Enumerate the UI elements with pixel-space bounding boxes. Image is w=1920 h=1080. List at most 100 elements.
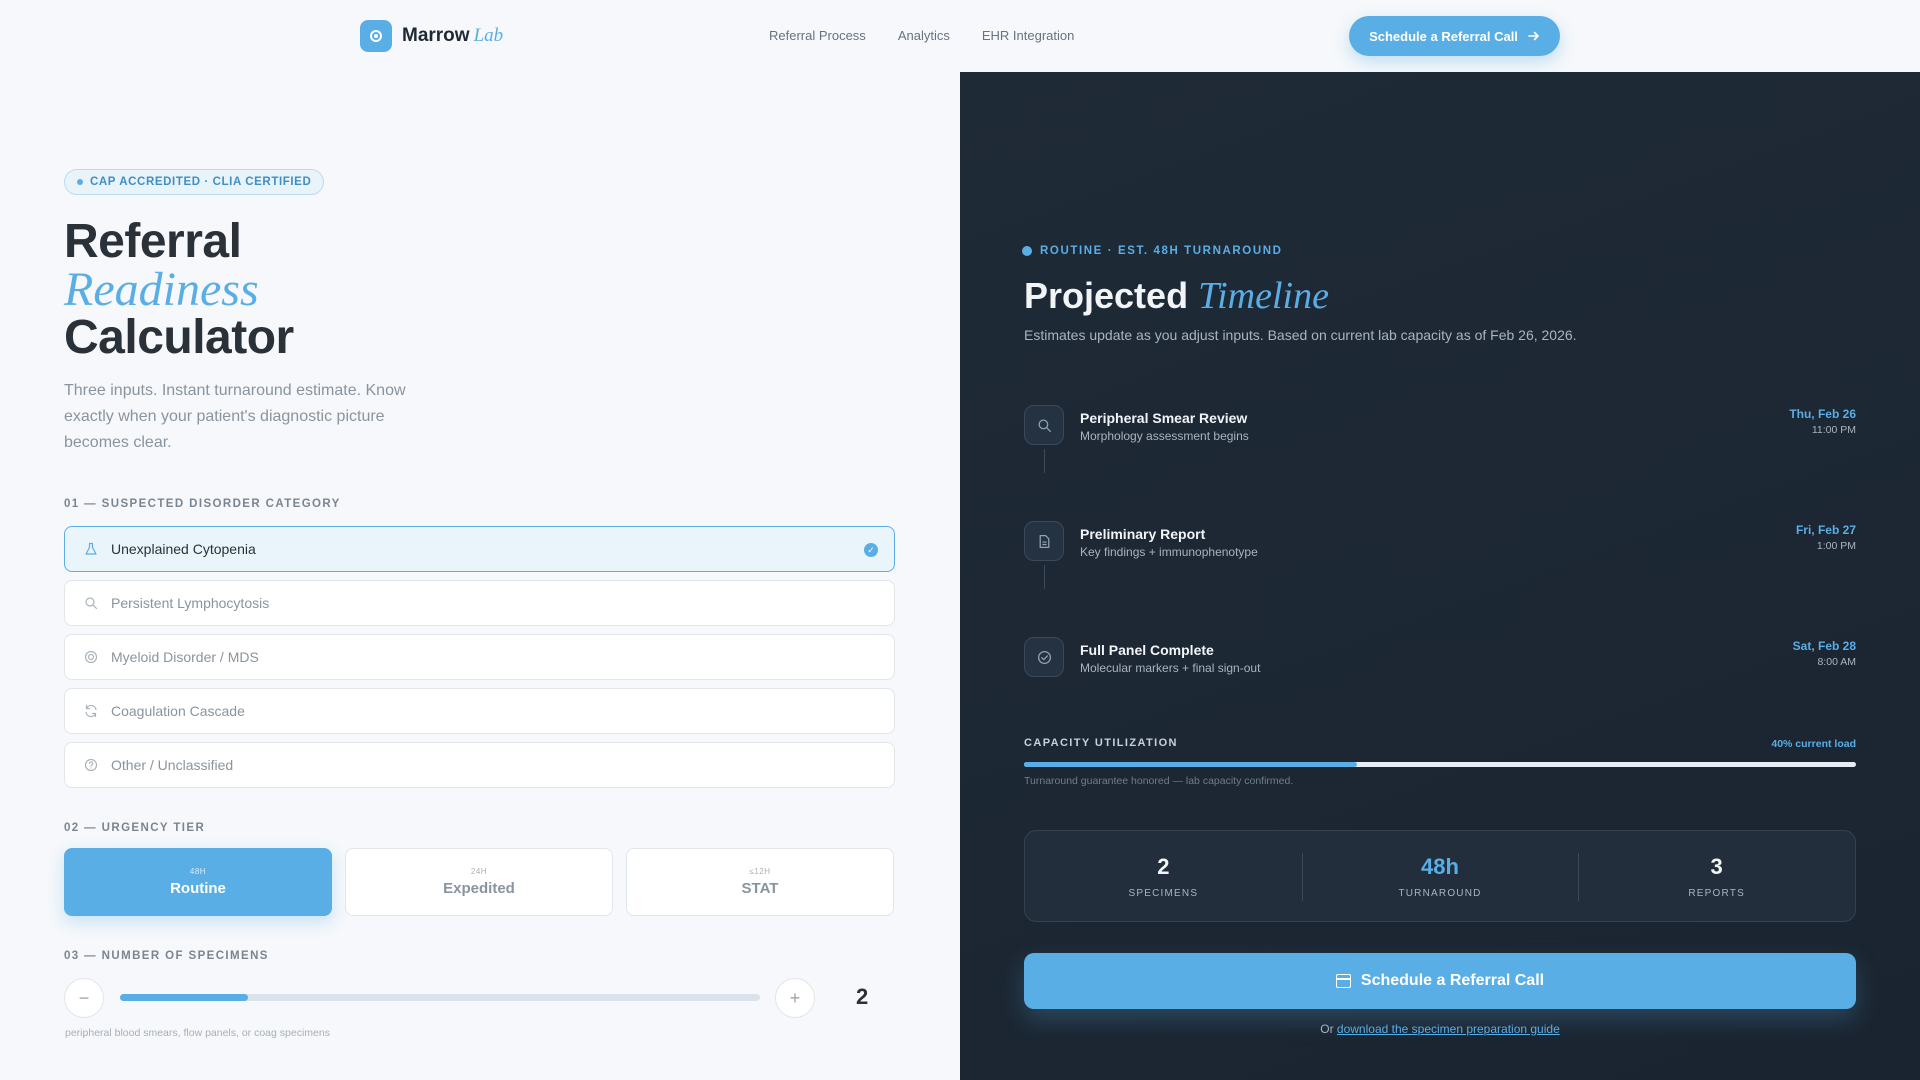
stat-reports: 3 REPORTS	[1578, 831, 1855, 921]
schedule-call-button[interactable]: Schedule a Referral Call	[1024, 953, 1856, 1009]
option-persistent-lymphocytosis[interactable]: Persistent Lymphocytosis	[64, 580, 895, 626]
timeline-step: Peripheral Smear Review Morphology asses…	[1024, 405, 1856, 473]
tier-hours: ≤12H	[749, 867, 771, 876]
arrow-right-icon	[1528, 31, 1539, 41]
slider-fill	[120, 994, 248, 1001]
nav-cta-label: Schedule a Referral Call	[1369, 28, 1518, 44]
step-description: Key findings + immunophenotype	[1080, 545, 1258, 559]
logo-icon	[360, 20, 392, 52]
title-line-3: Calculator	[64, 311, 294, 364]
check-icon: ✓	[864, 543, 878, 557]
option-other-unclassified[interactable]: Other / Unclassified	[64, 742, 895, 788]
timeline-connector	[1044, 565, 1045, 589]
calendar-icon	[1335, 974, 1351, 988]
page-title: Referral Readiness Calculator	[64, 218, 294, 362]
step-date: Fri, Feb 27	[1795, 523, 1856, 537]
option-coagulation-cascade[interactable]: Coagulation Cascade	[64, 688, 895, 734]
step-time: 1:00 PM	[1816, 540, 1856, 552]
check-circle-icon	[1024, 637, 1064, 677]
section-label-urgency: 02 — URGENCY TIER	[64, 822, 206, 834]
step-title: Preliminary Report	[1080, 526, 1206, 542]
step-title: Peripheral Smear Review	[1080, 410, 1248, 426]
search-icon	[83, 595, 99, 611]
stat-turnaround: 48h TURNAROUND	[1301, 831, 1579, 921]
flask-icon	[83, 541, 99, 557]
decrement-button[interactable]: −	[64, 978, 104, 1018]
tier-hours: 24H	[470, 867, 488, 876]
top-nav: Marrow Lab Referral Process Analytics EHR…	[0, 0, 1920, 72]
tier-expedited[interactable]: 24H Expedited	[345, 848, 613, 916]
capacity-note: Turnaround guarantee honored — lab capac…	[1024, 775, 1294, 787]
stat-label: REPORTS	[1688, 887, 1745, 899]
timeline-step: Full Panel Complete Molecular markers + …	[1024, 637, 1856, 681]
nav-links: Referral Process Analytics EHR Integrati…	[769, 28, 1074, 43]
nav-link-analytics[interactable]: Analytics	[898, 28, 950, 43]
stat-value: 3	[1710, 853, 1723, 879]
tier-label: STAT	[741, 880, 779, 897]
eyebrow-text: ROUTINE · EST. 48H TURNAROUND	[1040, 245, 1283, 257]
guide-prefix: Or	[1320, 1022, 1334, 1036]
increment-button[interactable]: +	[775, 978, 815, 1018]
tier-routine[interactable]: 48H Routine	[64, 848, 332, 916]
step-description: Morphology assessment begins	[1080, 429, 1249, 443]
capacity-bar	[1024, 762, 1856, 767]
brand-accent: Lab	[473, 25, 504, 46]
title-line-1: Referral	[64, 215, 242, 268]
panel-title-italic: Timeline	[1198, 275, 1329, 317]
capacity-fill	[1024, 762, 1357, 767]
panel-eyebrow: ROUTINE · EST. 48H TURNAROUND	[1022, 245, 1283, 257]
tier-stat[interactable]: ≤12H STAT	[626, 848, 894, 916]
nav-link-ehr-integration[interactable]: EHR Integration	[982, 28, 1075, 43]
accreditation-badge: CAP ACCREDITED · CLIA CERTIFIED	[64, 169, 325, 195]
section-label-disorder: 01 — SUSPECTED DISORDER CATEGORY	[64, 498, 341, 510]
specimen-slider[interactable]	[120, 994, 760, 1001]
page-subtitle: Three inputs. Instant turnaround estimat…	[64, 382, 406, 451]
guide-line: Or download the specimen preparation gui…	[960, 1022, 1920, 1036]
brand-name: Marrow Lab	[402, 25, 504, 46]
refresh-icon	[83, 703, 99, 719]
stat-label: TURNAROUND	[1398, 887, 1482, 899]
step-description: Molecular markers + final sign-out	[1080, 661, 1261, 675]
panel-title: Projected Timeline	[1024, 275, 1329, 317]
timeline-connector	[1044, 449, 1045, 473]
stat-label: SPECIMENS	[1128, 887, 1199, 899]
capacity-value: 40% current load	[1771, 738, 1856, 750]
option-label: Myeloid Disorder / MDS	[111, 649, 259, 665]
step-date: Sat, Feb 28	[1792, 639, 1856, 653]
status-dot	[1022, 246, 1032, 256]
step-title: Full Panel Complete	[1080, 642, 1214, 658]
badge-dot	[77, 179, 83, 185]
timeline-panel: ROUTINE · EST. 48H TURNAROUND Projected …	[960, 72, 1920, 1080]
download-guide-link[interactable]: download the specimen preparation guide	[1337, 1022, 1560, 1036]
section-label-specimens: 03 — NUMBER OF SPECIMENS	[64, 950, 269, 962]
panel-subtitle: Estimates update as you adjust inputs. B…	[1024, 327, 1577, 343]
step-time: 8:00 AM	[1817, 656, 1856, 668]
tier-label: Routine	[170, 880, 226, 897]
stat-specimens: 2 SPECIMENS	[1025, 831, 1302, 921]
tier-label: Expedited	[443, 880, 515, 897]
stat-value: 48h	[1421, 853, 1459, 879]
brand[interactable]: Marrow Lab	[360, 20, 503, 52]
stat-value: 2	[1157, 853, 1170, 879]
option-myeloid-disorder[interactable]: Myeloid Disorder / MDS	[64, 634, 895, 680]
step-time: 11:00 PM	[1811, 424, 1856, 436]
specimen-hint: peripheral blood smears, flow panels, or…	[65, 1027, 330, 1039]
option-label: Other / Unclassified	[111, 757, 234, 773]
help-icon	[83, 757, 99, 773]
cell-icon	[83, 649, 99, 665]
option-label: Persistent Lymphocytosis	[111, 595, 270, 611]
capacity-label: CAPACITY UTILIZATION	[1024, 737, 1178, 749]
option-unexplained-cytopenia[interactable]: Unexplained Cytopenia ✓	[64, 526, 895, 572]
schedule-call-nav-button[interactable]: Schedule a Referral Call	[1349, 16, 1560, 56]
option-label: Unexplained Cytopenia	[111, 541, 256, 557]
specimen-count: 2	[856, 984, 869, 1009]
cta-label: Schedule a Referral Call	[1360, 972, 1545, 989]
nav-link-referral-process[interactable]: Referral Process	[769, 28, 866, 43]
badge-text: CAP ACCREDITED · CLIA CERTIFIED	[90, 176, 312, 188]
timeline-step: Preliminary Report Key findings + immuno…	[1024, 521, 1856, 589]
option-label: Coagulation Cascade	[111, 703, 245, 719]
tier-hours: 48H	[189, 867, 207, 876]
search-icon	[1024, 405, 1064, 445]
step-date: Thu, Feb 26	[1789, 407, 1856, 421]
title-italic: Readiness	[64, 263, 259, 316]
